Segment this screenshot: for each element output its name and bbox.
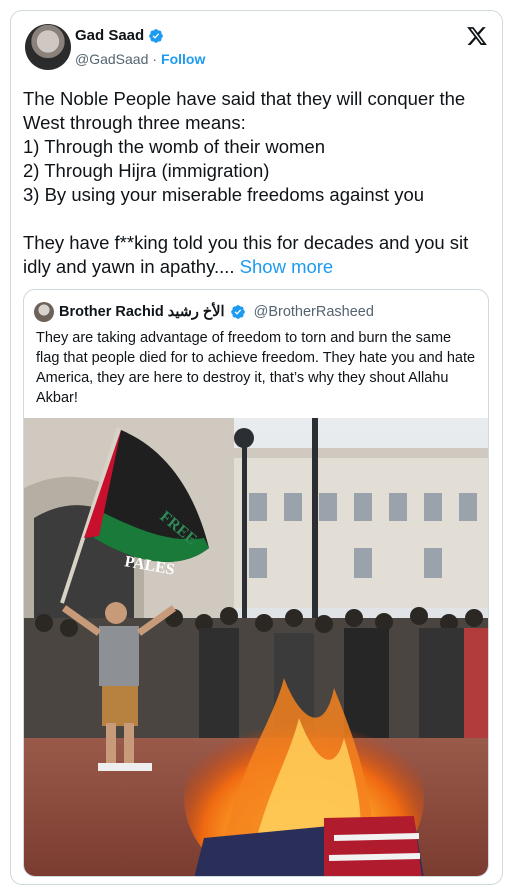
verified-badge-icon [230,305,245,319]
follow-button[interactable]: Follow [161,51,205,67]
show-more-link[interactable]: Show more [240,256,334,277]
protest-photo[interactable]: FREE PALES [24,418,488,877]
author-name[interactable]: Gad Saad [75,27,144,44]
tweet-body: The Noble People have said that they wil… [23,87,495,279]
author-name-row: Gad Saad [75,27,164,44]
quoted-tweet[interactable]: Brother Rachid الأخ رشيد @BrotherRasheed… [23,289,489,877]
author-handle[interactable]: @GadSaad [75,51,148,67]
verified-badge-icon [149,28,164,43]
author-handle-row: @GadSaad · Follow [75,51,205,67]
author-avatar[interactable] [25,24,71,70]
quoted-author-name: Brother Rachid الأخ رشيد [59,304,225,320]
quoted-tweet-header: Brother Rachid الأخ رشيد @BrotherRasheed [34,302,374,322]
quoted-author-handle: @BrotherRasheed [253,304,374,320]
separator-dot: · [152,51,158,67]
tweet-card: Gad Saad @GadSaad · Follow The Noble Peo… [10,10,503,885]
quoted-author-avatar [34,302,54,322]
tweet-text: The Noble People have said that they wil… [23,88,469,277]
x-logo-icon[interactable] [466,25,488,47]
quoted-tweet-text: They are taking advantage of freedom to … [36,330,476,406]
